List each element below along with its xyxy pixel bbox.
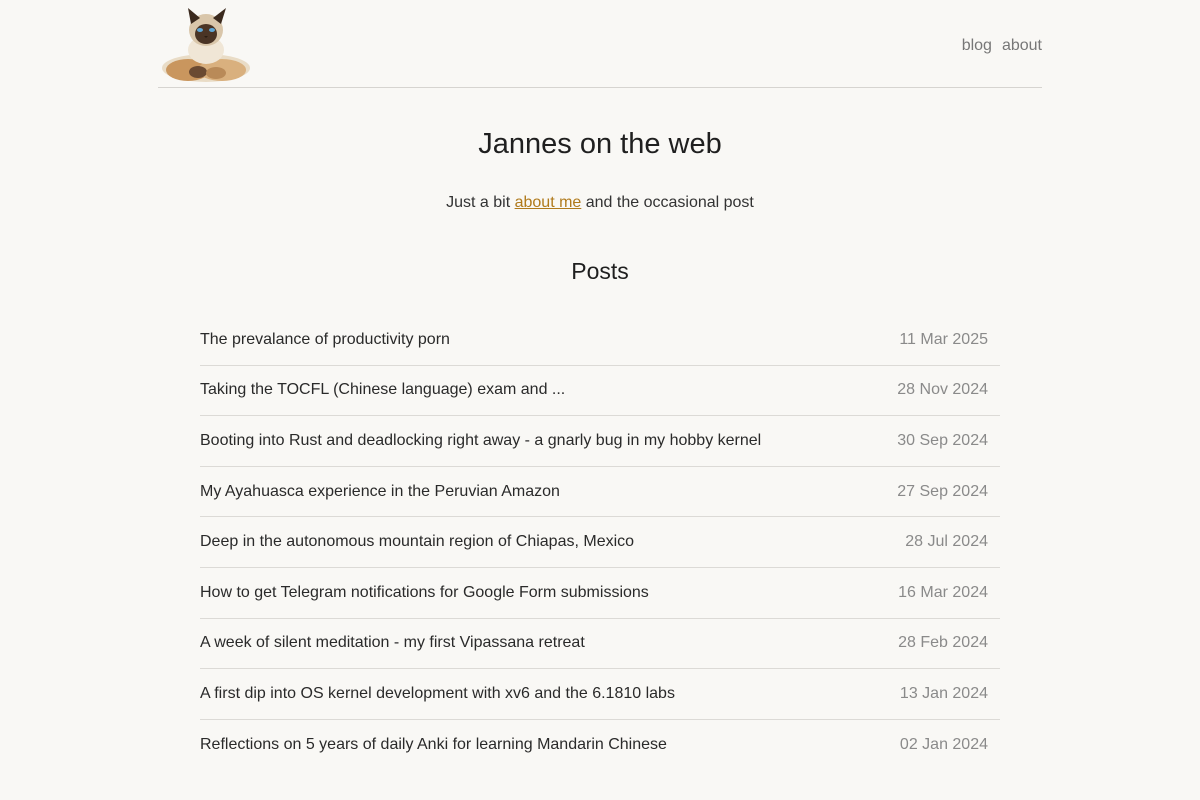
post-title-link[interactable]: A first dip into OS kernel development w… — [200, 685, 675, 703]
main-nav: blog about — [962, 37, 1042, 55]
post-list: The prevalance of productivity porn 11 M… — [200, 315, 1000, 770]
post-item: Deep in the autonomous mountain region o… — [200, 517, 1000, 568]
post-title-link[interactable]: Taking the TOCFL (Chinese language) exam… — [200, 381, 565, 399]
post-item: The prevalance of productivity porn 11 M… — [200, 315, 1000, 366]
post-date: 13 Jan 2024 — [899, 684, 988, 702]
nav-blog-link[interactable]: blog — [962, 37, 992, 55]
siamese-cat-logo[interactable] — [158, 6, 254, 82]
post-date: 16 Mar 2024 — [898, 583, 988, 601]
post-title-link[interactable]: My Ayahuasca experience in the Peruvian … — [200, 483, 560, 501]
post-title-link[interactable]: A week of silent meditation - my first V… — [200, 634, 585, 652]
tagline-text-after: and the occasional post — [581, 194, 754, 211]
post-date: 30 Sep 2024 — [897, 431, 988, 449]
post-date: 02 Jan 2024 — [899, 736, 988, 754]
post-title-link[interactable]: The prevalance of productivity porn — [200, 331, 450, 349]
post-date: 28 Jul 2024 — [905, 533, 988, 551]
post-item: How to get Telegram notifications for Go… — [200, 568, 1000, 619]
nav-about-link[interactable]: about — [1002, 37, 1042, 55]
post-item: My Ayahuasca experience in the Peruvian … — [200, 467, 1000, 518]
post-item: Booting into Rust and deadlocking right … — [200, 416, 1000, 467]
post-title-link[interactable]: Reflections on 5 years of daily Anki for… — [200, 736, 667, 754]
about-me-link[interactable]: about me — [515, 194, 582, 211]
post-title-link[interactable]: How to get Telegram notifications for Go… — [200, 584, 649, 602]
post-date: 27 Sep 2024 — [897, 482, 988, 500]
post-item: Reflections on 5 years of daily Anki for… — [200, 720, 1000, 771]
post-item: Taking the TOCFL (Chinese language) exam… — [200, 366, 1000, 417]
posts-heading: Posts — [571, 258, 629, 284]
post-title-link[interactable]: Booting into Rust and deadlocking right … — [200, 432, 761, 450]
post-item: A week of silent meditation - my first V… — [200, 619, 1000, 670]
post-title-link[interactable]: Deep in the autonomous mountain region o… — [200, 533, 634, 551]
site-header: blog about — [158, 0, 1042, 88]
post-date: 28 Nov 2024 — [897, 381, 988, 399]
tagline-text-before: Just a bit — [446, 194, 515, 211]
tagline: Just a bit about me and the occasional p… — [0, 194, 1200, 212]
page-title: Jannes on the web — [478, 128, 722, 160]
post-item: A first dip into OS kernel development w… — [200, 669, 1000, 720]
post-date: 28 Feb 2024 — [898, 634, 988, 652]
post-date: 11 Mar 2025 — [899, 330, 988, 348]
